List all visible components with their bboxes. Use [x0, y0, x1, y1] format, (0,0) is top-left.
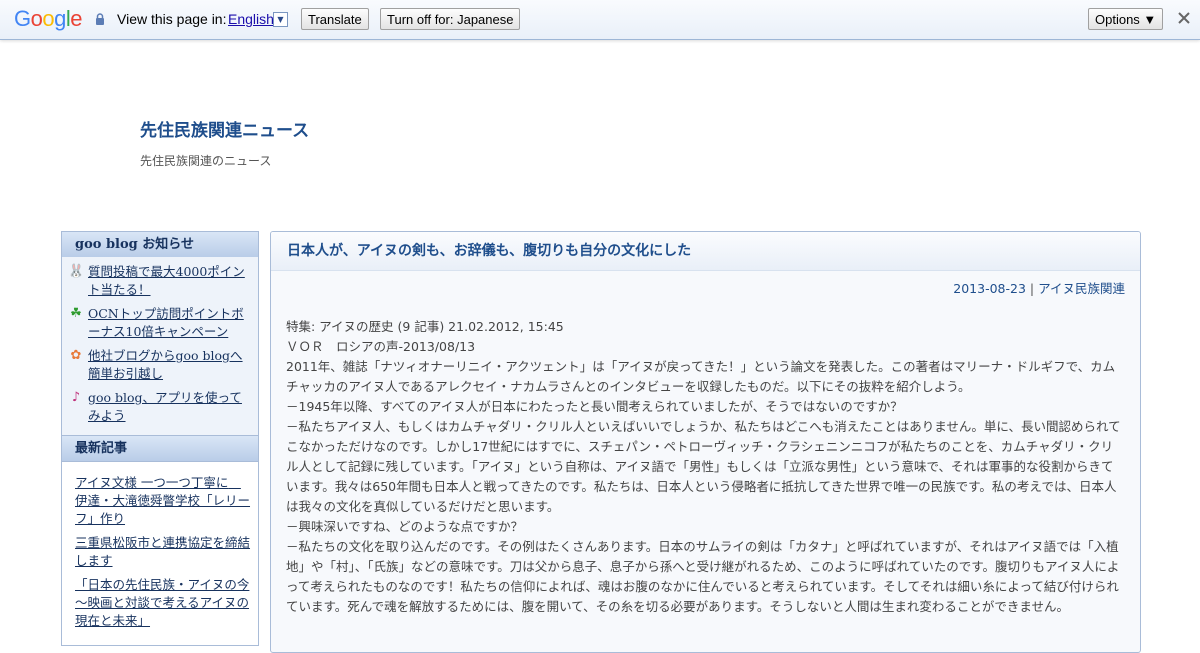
notice-link[interactable]: 質問投稿で最大4000ポイント当たる！	[88, 263, 254, 299]
view-page-label: View this page in:	[117, 11, 227, 27]
notice-item: ✿ 他社ブログからgoo blogへ簡単お引越し	[68, 347, 254, 383]
article-paragraph: 2011年、雑誌「ナツィオナーリニイ・アクツェント」は「アイヌが戻ってきた！」と…	[286, 359, 1116, 394]
turn-off-button[interactable]: Turn off for: Japanese	[380, 8, 521, 30]
notice-link[interactable]: OCNトップ訪問ポイントボーナス10倍キャンペーン	[88, 305, 254, 341]
article-paragraph: 特集: アイヌの歴史 (9 記事) 21.02.2012, 15:45	[286, 319, 564, 334]
notice-item: 🐰 質問投稿で最大4000ポイント当たる！	[68, 263, 254, 299]
recent-link[interactable]: アイヌ文様 一つ一つ丁寧に 伊達・大滝徳舜瞥学校「レリーフ」作り	[75, 474, 250, 528]
notice-link[interactable]: 他社ブログからgoo blogへ簡単お引越し	[88, 347, 254, 383]
notice-box: goo blog お知らせ 🐰 質問投稿で最大4000ポイント当たる！ ☘ OC…	[61, 231, 259, 462]
article-paragraph: －私たちアイヌ人、もしくはカムチャダリ・クリル人といえばいいでしょうか、私たちは…	[286, 419, 1121, 514]
options-button[interactable]: Options ▼	[1088, 8, 1164, 30]
music-note-icon: ♪	[71, 390, 81, 405]
article-title[interactable]: 日本人が、アイヌの剣も、お辞儀も、腹切りも自分の文化にした	[271, 232, 1140, 271]
blog-title[interactable]: 先住民族関連ニュース	[140, 116, 309, 141]
notice-item: ☘ OCNトップ訪問ポイントボーナス10倍キャンペーン	[68, 305, 254, 341]
recent-link[interactable]: 三重県松阪市と連携協定を締結します	[75, 534, 250, 570]
notice-link[interactable]: goo blog、アプリを使ってみよう	[88, 389, 254, 425]
rabbit-icon: 🐰	[68, 264, 85, 279]
meta-separator: |	[1029, 281, 1035, 296]
article-paragraph: －興味深いですね、どのような点ですか？	[286, 519, 524, 534]
language-select[interactable]: English	[228, 11, 274, 27]
article-meta: 2013-08-23 | アイヌ民族関連	[271, 271, 1140, 297]
sidebar: goo blog お知らせ 🐰 質問投稿で最大4000ポイント当たる！ ☘ OC…	[61, 231, 259, 646]
recent-link[interactable]: 「日本の先住民族・アイヌの今～映画と対談で考えるアイヌの現在と未来」	[75, 576, 250, 630]
article-paragraph: －1945年以降、すべてのアイヌ人が日本にわたったと長い間考えられていましたが、…	[286, 399, 903, 414]
notice-item: ♪ goo blog、アプリを使ってみよう	[68, 389, 254, 425]
article-category[interactable]: アイヌ民族関連	[1038, 281, 1125, 296]
blog-description: 先住民族関連のニュース	[140, 154, 272, 168]
translate-bar: Google View this page in: English ▼ Tran…	[0, 0, 1200, 40]
recent-list: アイヌ文様 一つ一つ丁寧に 伊達・大滝徳舜瞥学校「レリーフ」作り 三重県松阪市と…	[61, 462, 259, 646]
article: 日本人が、アイヌの剣も、お辞儀も、腹切りも自分の文化にした 2013-08-23…	[270, 231, 1141, 653]
close-icon[interactable]	[1175, 9, 1193, 27]
article-paragraph: ＶＯＲ ロシアの声-2013/08/13	[286, 339, 476, 354]
google-logo: Google	[14, 6, 83, 31]
article-paragraph: －私たちの文化を取り込んだのです。その例はたくさんあります。日本のサムライの剣は…	[286, 539, 1120, 614]
article-date[interactable]: 2013-08-23	[953, 281, 1026, 296]
notice-heading: goo blog お知らせ	[62, 232, 258, 257]
lock-icon	[96, 13, 104, 25]
recent-heading: 最新記事	[62, 435, 258, 461]
article-body: 特集: アイヌの歴史 (9 記事) 21.02.2012, 15:45 ＶＯＲ …	[271, 297, 1140, 617]
chevron-down-icon[interactable]: ▼	[273, 12, 288, 27]
flower-icon: ✿	[70, 348, 82, 363]
translate-button[interactable]: Translate	[301, 8, 369, 30]
clover-icon: ☘	[70, 306, 82, 321]
